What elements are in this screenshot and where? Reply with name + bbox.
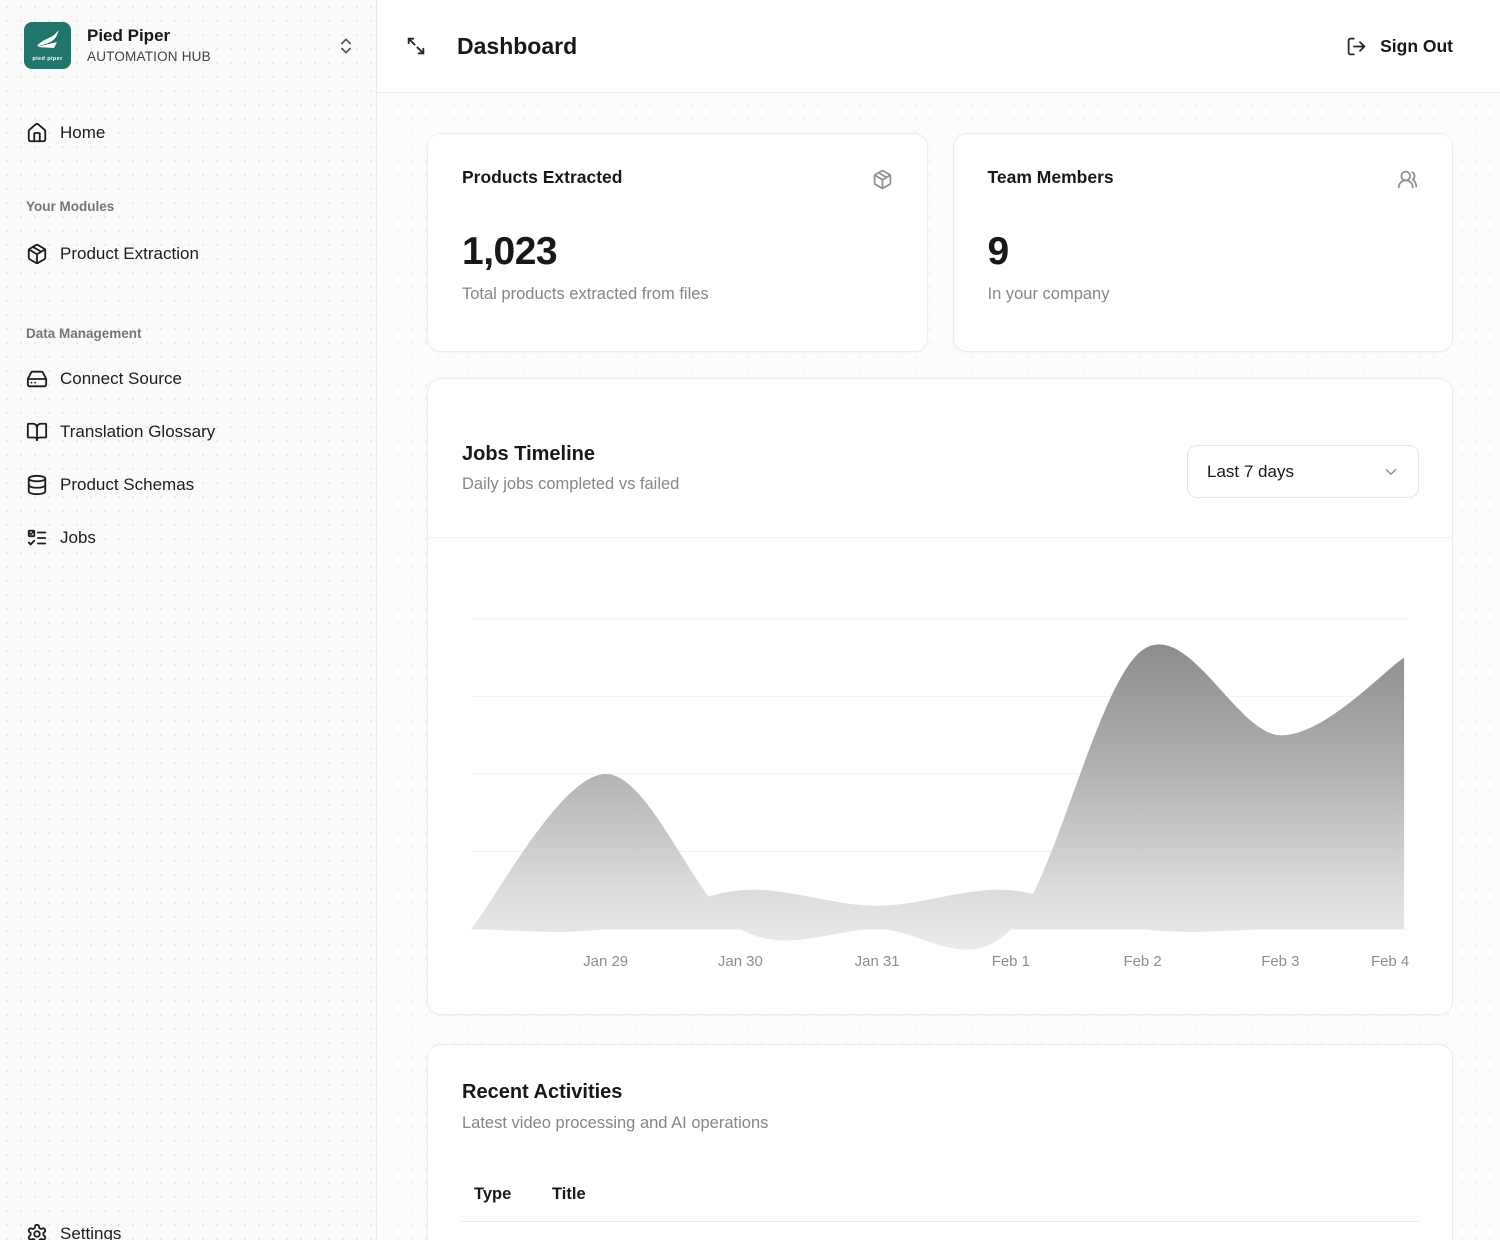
sidebar-item-product-extraction[interactable]: Product Extraction: [14, 232, 362, 276]
column-header-title: Title: [552, 1185, 586, 1204]
sidebar-item-label: Product Schemas: [60, 475, 194, 495]
main-area: Dashboard Sign Out Products Extracted: [377, 0, 1500, 1240]
activities-table-header: Type Title: [462, 1185, 1418, 1204]
chevrons-up-down-icon[interactable]: [336, 36, 356, 56]
svg-text:Feb 2: Feb 2: [1123, 953, 1161, 970]
sidebar-item-label: Product Extraction: [60, 244, 199, 264]
jobs-timeline-header: Jobs Timeline Daily jobs completed vs fa…: [428, 379, 1452, 538]
page-title: Dashboard: [457, 33, 577, 60]
home-icon: [26, 122, 48, 144]
recent-activities-card: Recent Activities Latest video processin…: [427, 1044, 1453, 1240]
sidebar-section-your-modules: Your Modules: [14, 199, 362, 214]
stat-card-team-members: Team Members 9 In your company: [953, 133, 1454, 352]
svg-text:Jan 31: Jan 31: [855, 953, 900, 970]
jobs-timeline-title: Jobs Timeline: [462, 441, 679, 467]
recent-activities-title: Recent Activities: [462, 1079, 1418, 1105]
stat-title: Team Members: [988, 167, 1114, 188]
stat-value: 9: [988, 232, 1419, 272]
workspace-switcher[interactable]: pied piper Pied Piper AUTOMATION HUB: [0, 0, 376, 69]
jobs-timeline-chart: Jan 29 Jan 30 Jan 31 Feb 1 Feb 2 Feb 3 Feb 4: [428, 538, 1452, 1015]
sidebar-item-settings[interactable]: Settings: [14, 1212, 362, 1240]
stats-row: Products Extracted 1,023 Total products …: [427, 133, 1453, 352]
sign-out-label: Sign Out: [1380, 36, 1453, 57]
top-header: Dashboard Sign Out: [377, 0, 1500, 93]
stat-title: Products Extracted: [462, 167, 622, 188]
brand-names: Pied Piper AUTOMATION HUB: [87, 25, 336, 66]
sidebar-item-label: Settings: [60, 1224, 121, 1240]
pied-piper-logo: pied piper: [24, 22, 71, 69]
sidebar-nav: Home Your Modules Product Extraction Dat…: [0, 111, 376, 560]
jobs-timeline-subtitle: Daily jobs completed vs failed: [462, 475, 679, 494]
logo-wordmark: pied piper: [32, 56, 62, 62]
sidebar-item-home[interactable]: Home: [14, 111, 362, 155]
sidebar-item-label: Connect Source: [60, 369, 182, 389]
svg-text:Feb 1: Feb 1: [992, 953, 1030, 970]
jobs-timeline-card: Jobs Timeline Daily jobs completed vs fa…: [427, 378, 1453, 1015]
brand-name: Pied Piper: [87, 25, 336, 47]
sidebar-footer: Settings: [0, 1212, 376, 1240]
brand-tagline: AUTOMATION HUB: [87, 47, 336, 66]
dashboard-content: Products Extracted 1,023 Total products …: [377, 93, 1500, 1240]
sidebar-item-label: Home: [60, 123, 105, 143]
app-root: pied piper Pied Piper AUTOMATION HUB Hom…: [0, 0, 1500, 1240]
sidebar-item-jobs[interactable]: Jobs: [14, 516, 362, 560]
package-icon: [872, 169, 893, 190]
sidebar-item-translation-glossary[interactable]: Translation Glossary: [14, 410, 362, 454]
sidebar-item-product-schemas[interactable]: Product Schemas: [14, 463, 362, 507]
recent-activities-subtitle: Latest video processing and AI operation…: [462, 1114, 1418, 1133]
sidebar-item-label: Jobs: [60, 528, 96, 548]
svg-text:Jan 29: Jan 29: [583, 953, 628, 970]
stat-card-products-extracted: Products Extracted 1,023 Total products …: [427, 133, 928, 352]
svg-text:Jan 30: Jan 30: [718, 953, 763, 970]
package-icon: [26, 243, 48, 265]
timeline-range-select[interactable]: Last 7 days: [1187, 445, 1419, 498]
stat-caption: Total products extracted from files: [462, 285, 893, 304]
sign-out-button[interactable]: Sign Out: [1346, 36, 1453, 57]
sidebar: pied piper Pied Piper AUTOMATION HUB Hom…: [0, 0, 377, 1240]
expand-diagonal-icon[interactable]: [405, 34, 429, 58]
sidebar-section-data-management: Data Management: [14, 326, 362, 341]
chevron-down-icon: [1382, 463, 1400, 481]
list-todo-icon: [26, 527, 48, 549]
svg-text:Feb 3: Feb 3: [1261, 953, 1299, 970]
column-header-type: Type: [474, 1185, 552, 1204]
hard-drive-icon: [26, 368, 48, 390]
timeline-range-value: Last 7 days: [1207, 462, 1294, 482]
sidebar-item-connect-source[interactable]: Connect Source: [14, 357, 362, 401]
log-out-icon: [1346, 36, 1367, 57]
database-icon: [26, 474, 48, 496]
table-header-divider: [462, 1221, 1418, 1222]
stat-caption: In your company: [988, 285, 1419, 304]
svg-text:Feb 4: Feb 4: [1371, 953, 1409, 970]
book-open-icon: [26, 421, 48, 443]
stat-value: 1,023: [462, 232, 893, 272]
sidebar-item-label: Translation Glossary: [60, 422, 215, 442]
gear-icon: [26, 1223, 48, 1240]
users-icon: [1397, 169, 1418, 190]
